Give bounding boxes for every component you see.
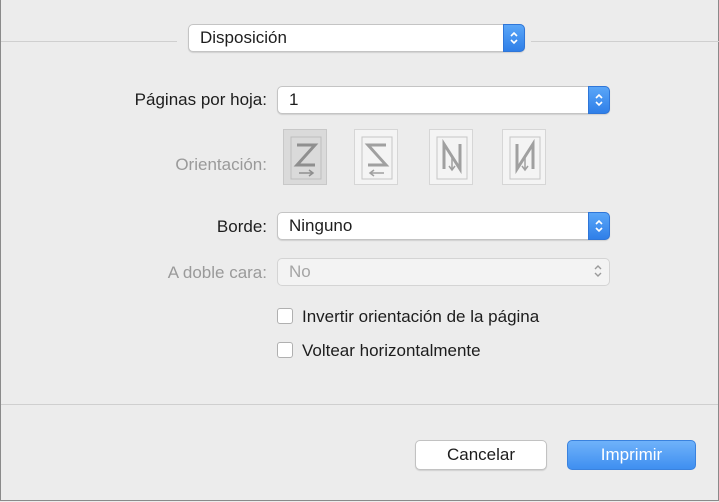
reverse-orientation-label[interactable]: Invertir orientación de la página	[302, 307, 539, 327]
border-value: Ninguno	[289, 216, 353, 235]
reverse-z-order-icon	[361, 136, 393, 180]
pages-per-sheet-popup[interactable]: 1	[277, 86, 610, 114]
flip-horizontally-checkbox[interactable]	[277, 342, 293, 358]
two-sided-popup: No	[277, 258, 610, 286]
two-sided-label: A doble cara:	[167, 263, 267, 282]
z-order-icon	[290, 136, 322, 180]
orientation-label: Orientación:	[175, 155, 267, 174]
orientation-z-button[interactable]	[283, 129, 327, 185]
orientation-reverse-n-button[interactable]	[502, 129, 546, 185]
two-sided-value: No	[289, 262, 311, 281]
flip-horizontally-label[interactable]: Voltear horizontalmente	[302, 341, 481, 361]
pages-per-sheet-value: 1	[289, 90, 299, 109]
section-popup[interactable]: Disposición	[188, 24, 525, 52]
print-button[interactable]: Imprimir	[567, 440, 696, 470]
n-order-icon	[436, 136, 468, 180]
orientation-n-button[interactable]	[429, 129, 473, 185]
print-dialog: Disposición Páginas por hoja: 1 Orientac…	[0, 0, 719, 501]
orientation-reverse-z-button[interactable]	[354, 129, 398, 185]
stepper-arrows-icon[interactable]	[503, 24, 525, 52]
section-popup-value: Disposición	[200, 28, 287, 47]
reverse-orientation-checkbox[interactable]	[277, 308, 293, 324]
border-label: Borde:	[216, 217, 267, 236]
reverse-n-order-icon	[509, 136, 541, 180]
cancel-button[interactable]: Cancelar	[415, 440, 547, 470]
top-divider-right	[531, 41, 719, 42]
stepper-arrows-icon[interactable]	[588, 212, 610, 240]
stepper-arrows-icon[interactable]	[588, 86, 610, 114]
top-divider-left	[1, 41, 177, 42]
stepper-arrows-icon	[588, 258, 610, 286]
border-popup[interactable]: Ninguno	[277, 212, 610, 240]
pages-per-sheet-label: Páginas por hoja:	[134, 90, 267, 109]
bottom-divider	[1, 404, 718, 405]
